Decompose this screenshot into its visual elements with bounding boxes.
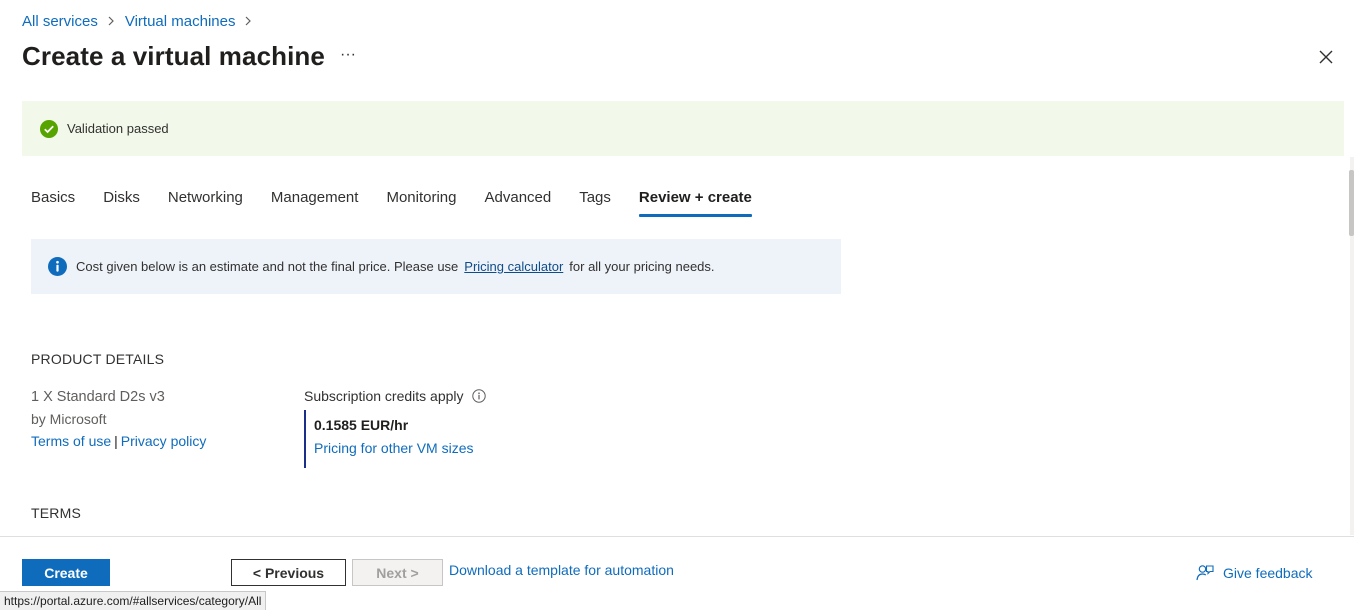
tab-monitoring[interactable]: Monitoring — [386, 189, 456, 217]
pricing-summary: Subscription credits apply 0.1585 EUR/hr… — [304, 386, 486, 468]
tab-review-create[interactable]: Review + create — [638, 189, 752, 217]
terms-of-use-link[interactable]: Terms of use — [31, 433, 111, 449]
tab-networking[interactable]: Networking — [168, 189, 243, 217]
chevron-right-icon — [108, 16, 114, 26]
pricing-other-sizes-link[interactable]: Pricing for other VM sizes — [314, 440, 474, 456]
pricing-calculator-link[interactable]: Pricing calculator — [464, 259, 563, 274]
tab-disks[interactable]: Disks — [103, 189, 140, 217]
tab-tags[interactable]: Tags — [579, 189, 611, 217]
page-title: Create a virtual machine — [22, 41, 325, 71]
breadcrumb-virtual-machines[interactable]: Virtual machines — [125, 13, 236, 30]
cost-info-banner: Cost given below is an estimate and not … — [31, 239, 841, 294]
link-separator: | — [114, 433, 118, 449]
previous-button[interactable]: < Previous — [231, 559, 346, 586]
scrollbar-thumb[interactable] — [1349, 170, 1354, 236]
credits-label: Subscription credits apply — [304, 388, 464, 404]
price-value: 0.1585 EUR/hr — [314, 417, 409, 433]
breadcrumb-all-services[interactable]: All services — [22, 13, 98, 30]
more-options-button[interactable]: ··· — [338, 46, 358, 66]
wizard-tabs: Basics Disks Networking Management Monit… — [31, 189, 780, 219]
feedback-person-icon — [1196, 565, 1214, 581]
terms-heading: TERMS — [31, 505, 81, 521]
tab-advanced[interactable]: Advanced — [485, 189, 552, 217]
tab-basics[interactable]: Basics — [31, 189, 75, 217]
info-icon — [48, 257, 67, 276]
info-text-after: for all your pricing needs. — [569, 259, 715, 274]
breadcrumb: All services Virtual machines — [22, 12, 262, 30]
status-bar-url: https://portal.azure.com/#allservices/ca… — [0, 591, 267, 610]
product-publisher: by Microsoft — [31, 411, 107, 427]
validation-message: Validation passed — [67, 121, 169, 136]
info-outline-icon[interactable] — [471, 389, 486, 403]
product-name: 1 X Standard D2s v3 — [31, 389, 165, 405]
chevron-right-icon — [246, 16, 252, 26]
success-check-icon — [40, 119, 58, 138]
privacy-policy-link[interactable]: Privacy policy — [121, 433, 207, 449]
give-feedback-button[interactable]: Give feedback — [1196, 564, 1313, 582]
give-feedback-label: Give feedback — [1223, 565, 1313, 581]
create-button[interactable]: Create — [22, 559, 110, 586]
close-icon[interactable] — [1316, 47, 1336, 67]
product-summary: 1 X Standard D2s v3 by Microsoft Terms o… — [31, 386, 206, 452]
next-button: Next > — [352, 559, 443, 586]
info-text-before: Cost given below is an estimate and not … — [76, 259, 459, 274]
product-details-heading: PRODUCT DETAILS — [31, 351, 165, 367]
tab-management[interactable]: Management — [271, 189, 359, 217]
download-template-link[interactable]: Download a template for automation — [449, 562, 674, 578]
validation-banner: Validation passed — [22, 101, 1344, 156]
price-block: 0.1585 EUR/hr Pricing for other VM sizes — [304, 410, 486, 468]
